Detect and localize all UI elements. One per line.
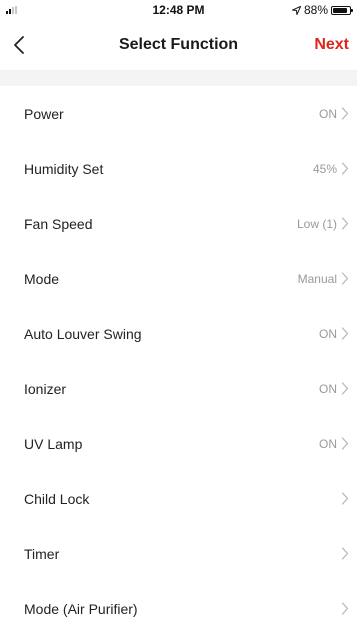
chevron-right-icon [341,602,349,615]
function-list: Power ON Humidity Set 45% Fan Speed Low (1) Mo… [0,86,357,634]
function-item-uv-lamp[interactable]: UV Lamp ON [0,416,357,471]
function-label: Mode [24,270,60,287]
function-item-auto-louver-swing[interactable]: Auto Louver Swing ON [0,306,357,361]
status-right: 88% [291,3,353,17]
function-value: 45% [312,161,337,176]
chevron-right-icon [341,547,349,560]
function-value: ON [319,436,337,451]
function-value-group [337,492,349,505]
battery-icon [331,5,353,15]
chevron-right-icon [341,107,349,120]
chevron-right-icon [341,272,349,285]
function-item-fan-speed[interactable]: Fan Speed Low (1) [0,196,357,251]
function-value-group: Low (1) [297,217,349,231]
chevron-right-icon [341,217,349,230]
function-label: Humidity Set [24,160,104,177]
function-label: Child Lock [24,490,90,507]
function-item-ionizer[interactable]: Ionizer ON [0,361,357,416]
nav-bar: Select Function Next [0,20,357,70]
function-label: Auto Louver Swing [24,325,142,342]
function-item-humidity-set[interactable]: Humidity Set 45% [0,141,357,196]
function-value-group: ON [319,327,349,341]
page-title: Select Function [118,36,239,53]
screen: 12:48 PM 88% Select Function Next Power O… [0,0,357,634]
function-item-child-lock[interactable]: Child Lock [0,471,357,526]
function-value: Low (1) [296,216,337,231]
chevron-right-icon [341,162,349,175]
function-value: ON [319,381,337,396]
section-spacer [0,70,357,86]
function-value-group: Manual [298,272,349,286]
function-label: Mode (Air Purifier) [24,600,138,617]
battery-percent: 88% [303,3,328,17]
function-value-group: ON [319,437,349,451]
function-item-mode[interactable]: Mode Manual [0,251,357,306]
function-item-power[interactable]: Power ON [0,86,357,141]
function-item-mode-air-purifier[interactable]: Mode (Air Purifier) [0,581,357,634]
function-value-group: 45% [313,162,349,176]
function-label: Fan Speed [24,215,93,232]
location-arrow-icon [291,5,301,15]
chevron-right-icon [341,327,349,340]
function-label: Timer [24,545,60,562]
function-label: UV Lamp [24,435,83,452]
function-value-group [337,602,349,615]
function-item-timer[interactable]: Timer [0,526,357,581]
chevron-right-icon [341,492,349,505]
function-value-group [337,547,349,560]
function-label: Ionizer [24,380,67,397]
function-value-group: ON [319,382,349,396]
battery-fill [333,7,348,13]
function-value: ON [319,326,337,341]
next-button[interactable]: Next [314,36,349,54]
status-bar: 12:48 PM 88% [0,0,357,20]
function-value: Manual [297,271,337,286]
function-label: Power [24,105,64,122]
function-value: ON [319,106,337,121]
chevron-right-icon [341,437,349,450]
chevron-right-icon [341,382,349,395]
function-value-group: ON [319,107,349,121]
